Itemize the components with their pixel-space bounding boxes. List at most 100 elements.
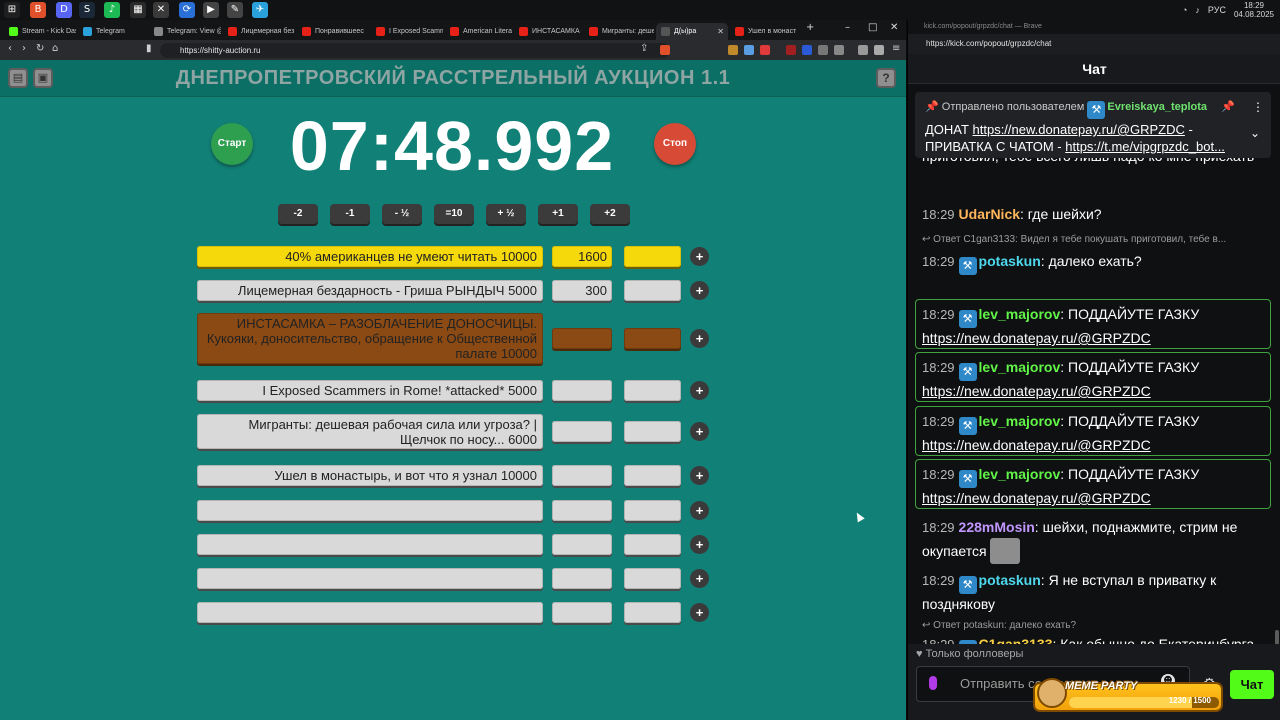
time-adjust-button[interactable]: -1 [330, 204, 370, 224]
time-adjust-button[interactable]: + ½ [486, 204, 526, 224]
add-to-lot-button[interactable]: + [690, 247, 709, 266]
pinned-link[interactable]: https://t.me/vipgrpzdc_bot... [1065, 139, 1225, 154]
pinned-user[interactable]: Evreiskaya_teplota [1107, 101, 1207, 113]
add-to-lot-button[interactable]: + [690, 281, 709, 300]
lot-amount-field[interactable] [552, 568, 612, 589]
message-username[interactable]: potaskun [979, 572, 1041, 588]
chat-message[interactable]: 18:29 ⚒ lev_majorov: ПОДДАЙУТЕ ГАЗКУ https:… [922, 357, 1274, 402]
browser-tab[interactable]: Stream - Kick Dash [4, 23, 76, 40]
time-adjust-button[interactable]: +1 [538, 204, 578, 224]
download-icon[interactable] [858, 45, 868, 55]
network-icon[interactable]: ◔ [1182, 5, 1187, 15]
message-username[interactable]: 228mMosin [959, 519, 1035, 535]
lot-name-field[interactable] [197, 568, 543, 589]
chat-url-bar[interactable]: https://kick.com/popout/grpzdc/chat [908, 34, 1280, 54]
tab-close-icon[interactable]: ✕ [717, 23, 724, 40]
chat-message[interactable]: 18:29 ⚒ lev_majorov: ПОДДАЙУТЕ ГАЗКУ https:… [922, 464, 1274, 509]
add-to-lot-button[interactable]: + [690, 501, 709, 520]
time-adjust-button[interactable]: - ½ [382, 204, 422, 224]
chat-scrollbar[interactable] [1275, 630, 1279, 644]
browser-tab[interactable]: Ушел в монасты [730, 23, 796, 40]
chat-messages[interactable]: 📌 Отправлено пользователем ⚒ Evreiskaya_t… [908, 84, 1280, 644]
browser-tab[interactable]: Telegram [78, 23, 147, 40]
add-to-lot-button[interactable]: + [690, 535, 709, 554]
menu-icon[interactable]: ≡ [892, 43, 900, 54]
unpin-icon[interactable]: 📌 [1221, 100, 1235, 113]
message-username[interactable]: C1gan3133 [979, 636, 1053, 644]
lot-amount-field[interactable] [552, 602, 612, 623]
lot-name-field[interactable] [197, 602, 543, 623]
lot-name-field[interactable]: ИНСТАСАМКА – РАЗОБЛАЧЕНИЕ ДОНОСЧИЦЫ. Кук… [197, 313, 543, 364]
lot-name-field[interactable]: 40% американцев не умеют читать 10000 [197, 246, 543, 267]
lot-amount-field[interactable] [552, 465, 612, 486]
chat-send-button[interactable]: Чат [1230, 670, 1274, 699]
lot-amount-field[interactable] [552, 328, 612, 349]
lot-amount-field[interactable]: 300 [552, 280, 612, 301]
browser-tab[interactable]: Д(ы)ра ✕ [656, 23, 728, 40]
steam-icon[interactable]: S [79, 2, 95, 18]
lot-name-field[interactable]: Ушел в монастырь, и вот что я узнал 1000… [197, 465, 543, 486]
lot-amount-field[interactable] [552, 421, 612, 442]
home-icon[interactable]: ⌂ [52, 43, 58, 54]
lot-add-amount-field[interactable] [624, 246, 681, 267]
brave-shields-icon[interactable] [660, 45, 670, 55]
bookmark-icon[interactable]: ▮ [146, 43, 152, 54]
clock[interactable]: 18:29 04.08.2025 [1234, 1, 1274, 19]
lot-add-amount-field[interactable] [624, 465, 681, 486]
pinned-link[interactable]: https://new.donatepay.ru/@GRPZDC [973, 122, 1185, 137]
extensions-menu-icon[interactable] [834, 45, 844, 55]
add-to-lot-button[interactable]: + [690, 603, 709, 622]
lot-name-field[interactable] [197, 534, 543, 555]
message-link[interactable]: https://new.donatepay.ru/@GRPZDC [922, 490, 1151, 506]
language-indicator[interactable]: РУС [1208, 5, 1226, 15]
lot-name-field[interactable]: Мигранты: дешевая рабочая сила или угроз… [197, 414, 543, 449]
browser-tab[interactable]: Понравившеес [297, 23, 369, 40]
chat-message[interactable]: 18:29 ⚒ potaskun: далеко ехать? [922, 251, 1274, 275]
lot-add-amount-field[interactable] [624, 280, 681, 301]
lot-amount-field[interactable] [552, 380, 612, 401]
help-button[interactable]: ? [876, 68, 896, 88]
close-window-button[interactable]: ✕ [890, 22, 898, 33]
message-link[interactable]: https://new.donatepay.ru/@GRPZDC [922, 437, 1151, 453]
add-to-lot-button[interactable]: + [690, 569, 709, 588]
back-icon[interactable]: ‹ [8, 43, 12, 54]
app-icon[interactable]: ✎ [227, 2, 243, 18]
message-username[interactable]: lev_majorov [979, 359, 1061, 375]
lot-amount-field[interactable] [552, 500, 612, 521]
extension-icon[interactable] [744, 45, 754, 55]
browser-tab[interactable]: I Exposed Scamm [371, 23, 443, 40]
extension-icon[interactable] [802, 45, 812, 55]
spotify-icon[interactable]: ♪ [104, 2, 120, 18]
browser-tab[interactable]: Лицемерная без [223, 23, 295, 40]
lot-add-amount-field[interactable] [624, 328, 681, 349]
reply-context[interactable]: ↩ Ответ C1gan3133: Видел я тебе покушать… [922, 234, 1274, 245]
microphone-icon[interactable] [929, 676, 937, 690]
app-icon[interactable]: ▦ [130, 2, 146, 18]
message-username[interactable]: lev_majorov [979, 466, 1061, 482]
add-to-lot-button[interactable]: + [690, 381, 709, 400]
add-to-lot-button[interactable]: + [690, 329, 709, 348]
reload-icon[interactable]: ↻ [36, 43, 44, 54]
reply-context[interactable]: ↩ Ответ potaskun: далеко ехать? [922, 620, 1274, 631]
message-username[interactable]: UdarNick [959, 206, 1020, 222]
browser-tab[interactable]: Telegram: View @ [149, 23, 221, 40]
maximize-button[interactable]: □ [868, 22, 877, 33]
message-username[interactable]: lev_majorov [979, 413, 1061, 429]
browser-tab[interactable]: ИНСТАСАМКА - [514, 23, 582, 40]
chat-message[interactable]: 18:29 ⚒ potaskun: Я не вступал в приватку … [922, 570, 1274, 615]
browser-tab[interactable]: American Literacy [445, 23, 512, 40]
extension-icon[interactable] [760, 45, 770, 55]
brave-icon[interactable]: B [30, 2, 46, 18]
new-tab-button[interactable]: + [806, 22, 814, 33]
browser-tab[interactable]: Мигранты: деше [584, 23, 654, 40]
chat-message[interactable]: 18:29 ⚒ lev_majorov: ПОДДАЙУТЕ ГАЗКУ https:… [922, 411, 1274, 456]
time-adjust-button[interactable]: -2 [278, 204, 318, 224]
app-icon[interactable]: ⟳ [179, 2, 195, 18]
chat-message[interactable]: 18:29 ⚒ lev_majorov: ПОДДАЙУТЕ ГАЗКУ https:… [922, 304, 1274, 349]
message-username[interactable]: potaskun [979, 253, 1041, 269]
chat-message[interactable]: 18:29 228mMosin: шейхи, поднажмите, стрим… [922, 517, 1274, 564]
discord-icon[interactable]: D [56, 2, 72, 18]
lot-name-field[interactable]: I Exposed Scammers in Rome! *attacked* 5… [197, 380, 543, 401]
share-icon[interactable]: ⇪ [640, 43, 648, 54]
lot-name-field[interactable]: Лицемерная бездарность - Гриша РЫНДЫЧ 50… [197, 280, 543, 301]
